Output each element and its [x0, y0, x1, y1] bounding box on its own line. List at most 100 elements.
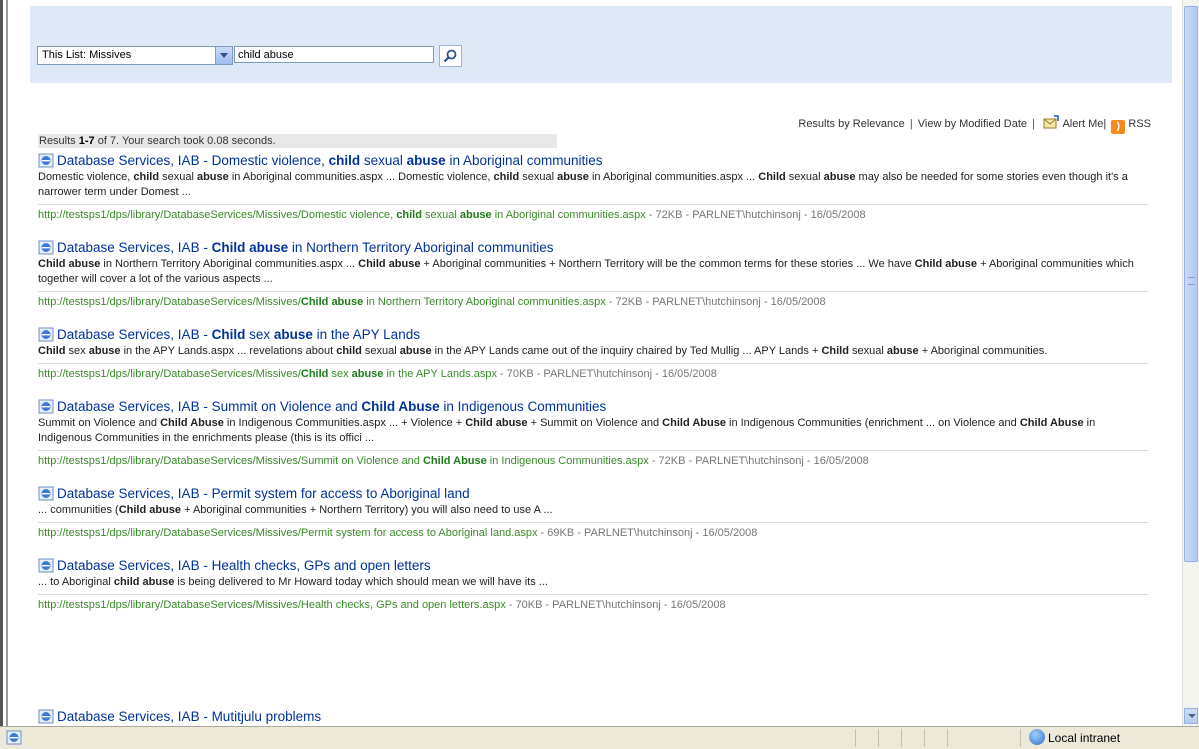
result-meta: - 70KB - PARLNET\hutchinsonj - 16/05/200… [505, 599, 726, 611]
sort-by-modified-link[interactable]: View by Modified Date [918, 118, 1027, 130]
result-url[interactable]: http://testsps1/dps/library/DatabaseServ… [38, 450, 1148, 468]
text-segment: Database Services, IAB - Summit on Viole… [57, 399, 362, 414]
highlighted-term: Child Abuse [361, 399, 440, 414]
security-zone: Local intranet [1029, 729, 1120, 745]
highlighted-term: abuse [351, 368, 384, 380]
result-snippet: ... communities (Child abuse + Aborigina… [38, 503, 1148, 518]
text-segment: in Northern Territory Aboriginal communi… [363, 296, 606, 308]
highlighted-term: child abuse [113, 576, 175, 588]
result-url[interactable]: http://testsps1/dps/library/DatabaseServ… [38, 363, 1148, 381]
highlighted-term: Child abuse [300, 296, 364, 308]
highlighted-term: Child Abuse [662, 417, 726, 429]
text-segment: in Indigenous Communities.aspx ... + Vio… [223, 417, 466, 429]
vertical-scrollbar[interactable] [1182, 0, 1199, 726]
text-segment: in Aboriginal communities [445, 153, 603, 168]
highlighted-term: Child [758, 171, 786, 183]
partial-result-title[interactable]: Database Services, IAB - Mutitjulu probl… [38, 709, 321, 726]
alert-me-icon[interactable] [1043, 115, 1060, 129]
search-scope-select[interactable]: This List: Missives [37, 46, 233, 65]
result-snippet: ... to Aboriginal child abuse is being d… [38, 575, 1148, 590]
rss-icon[interactable]: ) [1111, 120, 1126, 134]
result-item: Database Services, IAB - Health checks, … [38, 557, 1148, 612]
text-segment: sexual [159, 171, 197, 183]
text-segment: http://testsps1/dps/library/DatabaseServ… [38, 599, 506, 611]
highlighted-term: child [396, 209, 422, 221]
chevron-down-icon[interactable] [215, 47, 232, 64]
security-zone-label: Local intranet [1048, 731, 1121, 745]
search-scope-value: This List: Missives [42, 49, 132, 61]
text-segment: Database Services, IAB - Permit system f… [57, 486, 470, 501]
text-segment: in Indigenous Communities [439, 399, 607, 414]
highlighted-term: abuse [406, 153, 446, 168]
result-title-link[interactable]: Database Services, IAB - Child sex abuse… [38, 326, 1148, 344]
ie-page-icon [6, 730, 22, 745]
result-item: Database Services, IAB - Domestic violen… [38, 152, 1148, 222]
partial-result-title-text: Database Services, IAB - Mutitjulu probl… [57, 709, 322, 724]
rss-link[interactable]: RSS [1128, 118, 1151, 130]
result-title-link[interactable]: Database Services, IAB - Child abuse in … [38, 239, 1148, 257]
search-button[interactable] [439, 45, 462, 67]
search-icon [443, 49, 457, 63]
result-snippet: Child abuse in Northern Territory Aborig… [38, 257, 1148, 287]
highlighted-term: Child abuse [118, 504, 182, 516]
window-left-edge [0, 0, 10, 726]
intranet-globe-icon [1029, 729, 1045, 745]
result-meta: - 72KB - PARLNET\hutchinsonj - 16/05/200… [648, 455, 869, 467]
highlighted-term: Child [38, 345, 66, 357]
highlighted-term: abuse [196, 171, 229, 183]
sort-by-relevance-link[interactable]: Results by Relevance [798, 118, 904, 130]
text-segment: in the APY Lands.aspx [383, 368, 497, 380]
ie-page-icon [38, 399, 54, 414]
result-view-toolbar: Results by Relevance | View by Modified … [798, 115, 1151, 134]
highlighted-term: child [328, 153, 361, 168]
results-stats: Results 1-7 of 7. Your search took 0.08 … [38, 134, 557, 148]
stats-prefix: Results [39, 135, 79, 147]
highlighted-term: Child abuse [465, 417, 528, 429]
text-segment: + Aboriginal communities + Northern Terr… [181, 504, 553, 516]
highlighted-term: abuse [886, 345, 919, 357]
highlighted-term: abuse [459, 209, 492, 221]
result-url[interactable]: http://testsps1/dps/library/DatabaseServ… [38, 291, 1148, 309]
text-segment: sexual [785, 171, 824, 183]
scroll-down-button[interactable] [1184, 708, 1198, 724]
result-item: Database Services, IAB - Permit system f… [38, 485, 1148, 540]
text-segment: sex [65, 345, 89, 357]
highlighted-term: Child [300, 368, 329, 380]
result-url[interactable]: http://testsps1/dps/library/DatabaseServ… [38, 594, 1148, 612]
result-url[interactable]: http://testsps1/dps/library/DatabaseServ… [38, 204, 1148, 222]
result-meta: - 72KB - PARLNET\hutchinsonj - 16/05/200… [645, 209, 866, 221]
result-item: Database Services, IAB - Summit on Viole… [38, 398, 1148, 468]
stats-range: 1-7 [78, 135, 95, 147]
result-title-link[interactable]: Database Services, IAB - Permit system f… [38, 485, 1148, 503]
text-segment: http://testsps1/dps/library/DatabaseServ… [38, 527, 538, 539]
scrollbar-thumb[interactable] [1184, 6, 1198, 562]
ie-page-icon [38, 327, 54, 342]
text-segment: in the APY Lands.aspx ... revelations ab… [120, 345, 337, 357]
highlighted-term: Child abuse [914, 258, 978, 270]
result-meta: - 69KB - PARLNET\hutchinsonj - 16/05/200… [537, 527, 758, 539]
result-meta: - 72KB - PARLNET\hutchinsonj - 16/05/200… [605, 296, 826, 308]
text-segment: sexual [361, 345, 400, 357]
text-segment: Domestic violence, [38, 171, 134, 183]
alert-me-link[interactable]: Alert Me| [1062, 118, 1106, 130]
search-input[interactable]: child abuse [234, 46, 434, 63]
result-snippet: Domestic violence, child sexual abuse in… [38, 170, 1148, 200]
result-title-link[interactable]: Database Services, IAB - Domestic violen… [38, 152, 1148, 170]
highlighted-term: abuse [557, 171, 589, 183]
text-segment: http://testsps1/dps/library/DatabaseServ… [38, 455, 423, 467]
result-title-link[interactable]: Database Services, IAB - Health checks, … [38, 557, 1148, 575]
text-segment: + Aboriginal communities + Northern Terr… [420, 258, 915, 270]
text-segment: sexual [519, 171, 558, 183]
text-segment: + Aboriginal communities. [918, 345, 1048, 357]
result-title-link[interactable]: Database Services, IAB - Summit on Viole… [38, 398, 1148, 416]
highlighted-term: Child Abuse [160, 417, 224, 429]
results-list: Database Services, IAB - Domestic violen… [38, 152, 1148, 629]
text-segment: sexual [848, 345, 887, 357]
result-url[interactable]: http://testsps1/dps/library/DatabaseServ… [38, 522, 1148, 540]
ie-page-icon [38, 558, 54, 573]
text-segment: in Aboriginal communities.aspx [491, 209, 646, 221]
text-segment: sex [245, 327, 274, 342]
text-segment: + Summit on Violence and [527, 417, 663, 429]
text-segment: Database Services, IAB - Domestic violen… [57, 153, 329, 168]
text-segment: ... to Aboriginal [38, 576, 114, 588]
